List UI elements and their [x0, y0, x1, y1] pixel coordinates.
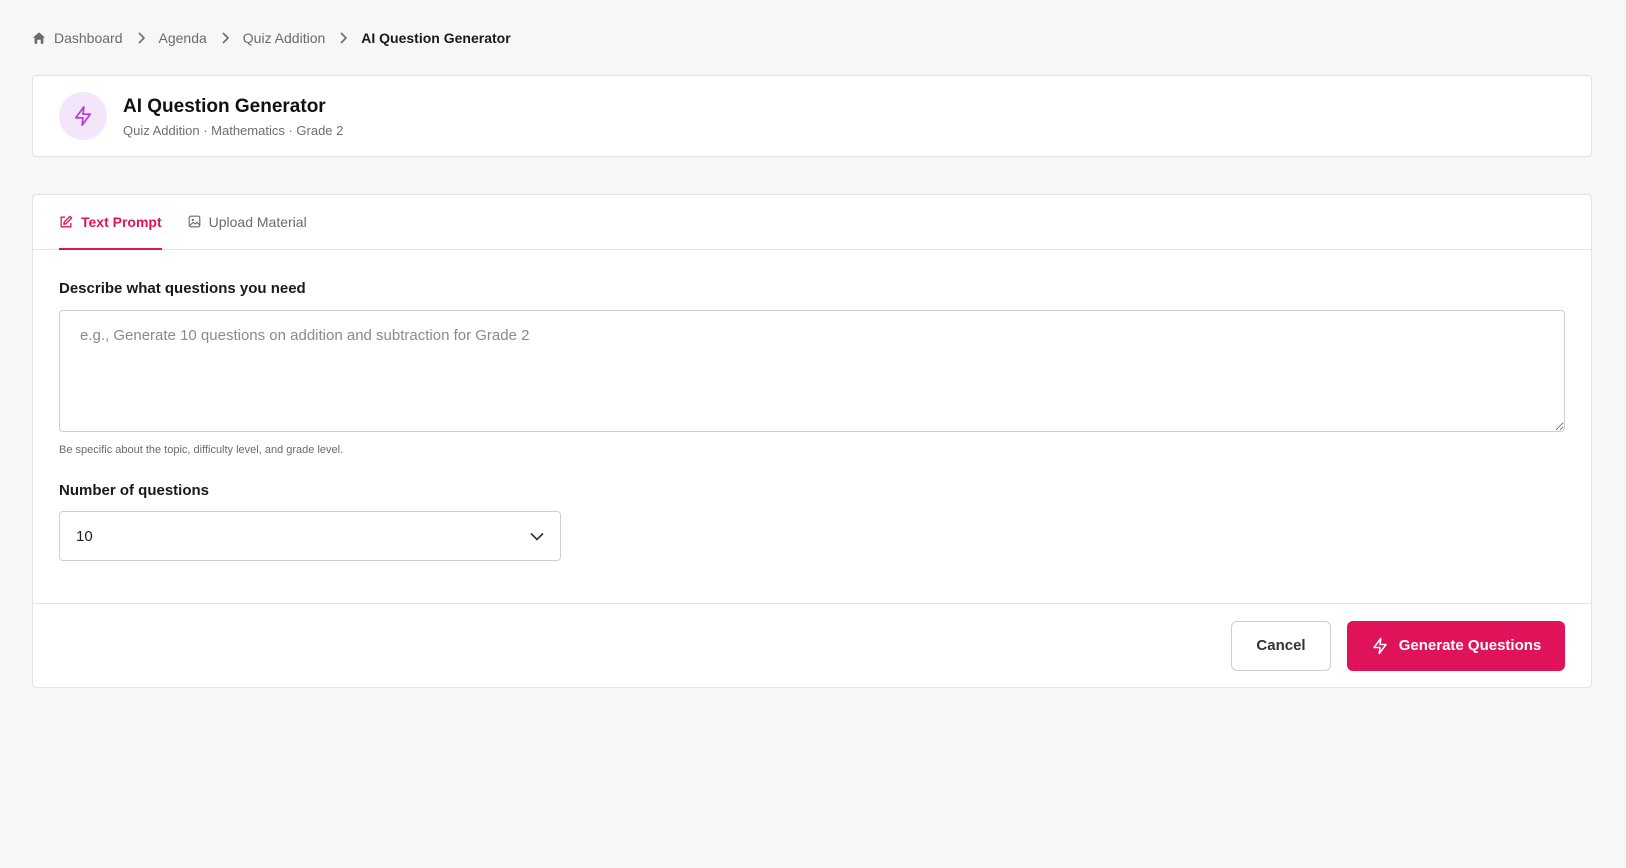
card-footer: Cancel Generate Questions — [33, 603, 1591, 687]
question-count-select[interactable]: 10 — [59, 511, 561, 561]
tab-label: Upload Material — [208, 213, 307, 230]
breadcrumb-label: Agenda — [158, 30, 207, 46]
prompt-label: Describe what questions you need — [59, 280, 306, 297]
chevron-right-icon — [221, 32, 229, 44]
breadcrumb-current: AI Question Generator — [361, 30, 511, 46]
cancel-button[interactable]: Cancel — [1231, 620, 1331, 671]
breadcrumb-label: Quiz Addition — [242, 30, 326, 46]
tab-upload-material[interactable]: Upload Material — [188, 195, 307, 250]
lightning-icon — [1372, 637, 1387, 654]
page: Dashboard Agenda Quiz Addition AI Questi… — [0, 0, 1626, 868]
page-subtitle: Quiz Addition · Mathematics · Grade 2 — [123, 122, 344, 138]
breadcrumb-label: Dashboard — [54, 30, 123, 46]
breadcrumb-quiz-addition[interactable]: Quiz Addition — [243, 30, 326, 46]
tab-label: Text Prompt — [81, 213, 162, 230]
edit-icon — [60, 215, 73, 227]
generate-questions-button[interactable]: Generate Questions — [1347, 620, 1565, 671]
prompt-textarea[interactable] — [59, 310, 1565, 432]
chevron-right-icon — [137, 32, 145, 44]
tab-text-prompt[interactable]: Text Prompt — [59, 195, 162, 250]
breadcrumb: Dashboard Agenda Quiz Addition AI Questi… — [32, 30, 511, 46]
chevron-right-icon — [339, 32, 348, 44]
prompt-form: Describe what questions you need Be spec… — [33, 250, 1591, 561]
chevron-down-icon — [530, 532, 544, 541]
generator-card: Text Prompt Upload Material Describe wha… — [32, 194, 1592, 688]
breadcrumb-agenda[interactable]: Agenda — [159, 30, 207, 46]
tab-bar: Text Prompt Upload Material — [33, 195, 1591, 250]
breadcrumb-dashboard[interactable]: Dashboard — [32, 30, 123, 46]
lightning-icon — [59, 92, 107, 140]
page-title: AI Question Generator — [123, 95, 326, 117]
question-count-label: Number of questions — [59, 482, 210, 499]
question-count-value: 10 — [76, 527, 93, 545]
header-card: AI Question Generator Quiz Addition · Ma… — [32, 75, 1592, 157]
image-icon — [188, 215, 200, 228]
prompt-hint: Be specific about the topic, difficulty … — [59, 444, 344, 456]
home-icon — [32, 32, 46, 44]
generate-button-label: Generate Questions — [1398, 637, 1542, 654]
